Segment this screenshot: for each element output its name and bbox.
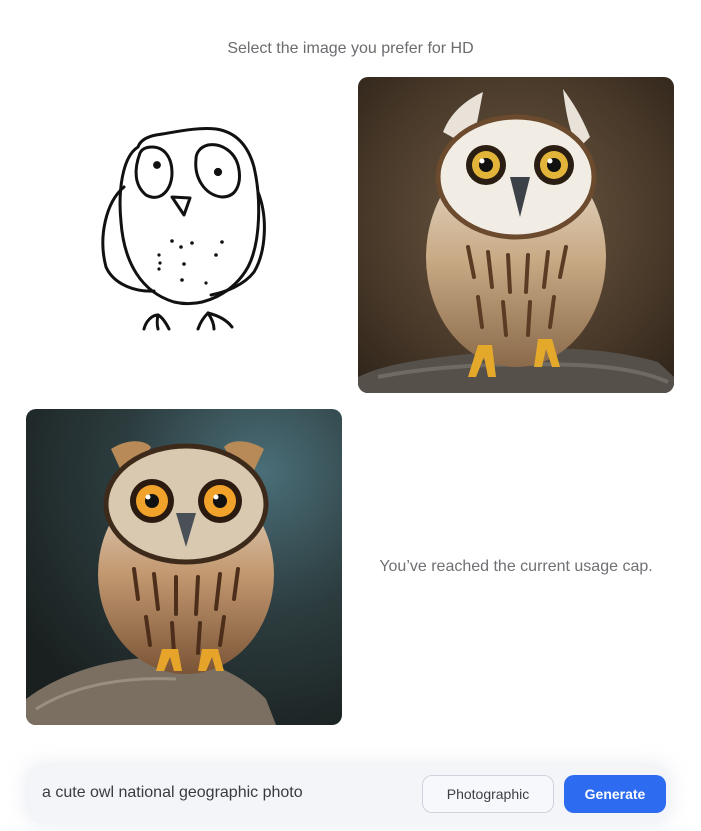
- prompt-input[interactable]: a cute owl national geographic photo: [42, 784, 303, 802]
- prompt-bar: a cute owl national geographic photo Pho…: [28, 766, 668, 822]
- owl-photo-icon: [358, 77, 674, 393]
- owl-photo-1[interactable]: [358, 77, 674, 393]
- image-selection-page: Select the image you prefer for HD You’v…: [0, 0, 701, 831]
- generate-button[interactable]: Generate: [564, 775, 666, 813]
- sketch-image[interactable]: [26, 77, 342, 393]
- usage-cap-message: You’ve reached the current usage cap.: [379, 558, 653, 575]
- owl-photo-2[interactable]: [26, 409, 342, 725]
- owl-sketch-icon: [101, 127, 266, 331]
- owl-photo-icon: [26, 409, 342, 725]
- page-title: Select the image you prefer for HD: [227, 40, 474, 57]
- style-selector-button[interactable]: Photographic: [422, 775, 554, 813]
